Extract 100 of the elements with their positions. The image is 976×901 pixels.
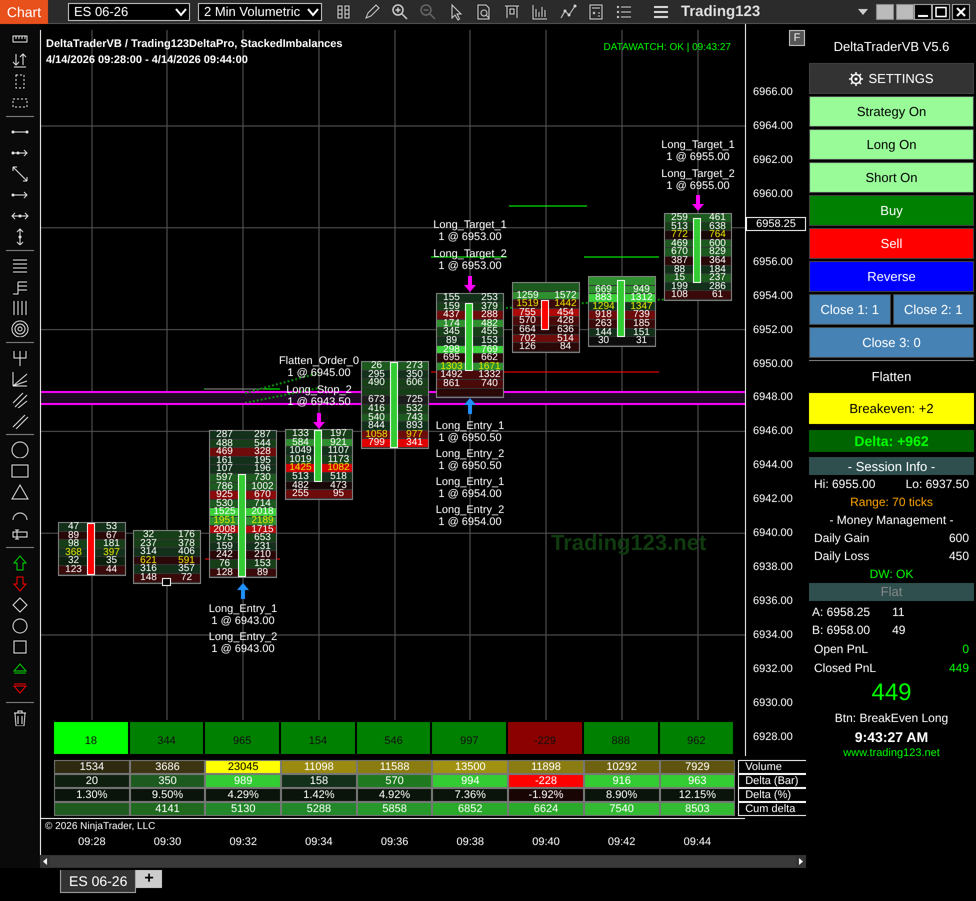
toggle-button[interactable]: Short On xyxy=(809,162,974,193)
instrument-dropdown[interactable]: ES 06-26 xyxy=(68,2,190,20)
ask-volume: 210 xyxy=(253,551,272,560)
action-button[interactable]: Buy xyxy=(809,195,974,226)
pnl-label: Closed PnL xyxy=(814,661,876,675)
line-chart-icon[interactable] xyxy=(559,2,577,20)
diagonal-line-icon[interactable] xyxy=(10,164,30,182)
website-link[interactable]: www.trading123.net xyxy=(809,747,974,759)
stats-cell: 11588 xyxy=(356,760,432,774)
stats-cell: 13500 xyxy=(432,760,508,774)
parallel-lines-icon[interactable] xyxy=(10,390,30,408)
stats-cell: 350 xyxy=(130,774,206,788)
bid-volume: 345 xyxy=(442,328,461,337)
close-icon[interactable] xyxy=(952,4,970,20)
bar-delta-box: 18 xyxy=(54,722,128,754)
circle-icon[interactable] xyxy=(10,616,30,634)
caret-down-icon[interactable] xyxy=(857,6,869,16)
bid-volume: 88 xyxy=(672,266,686,274)
close-button[interactable]: Close 3: 0 xyxy=(809,327,974,358)
bid-volume: 107 xyxy=(215,465,234,474)
close-button[interactable]: Close 2: 1 xyxy=(892,294,974,325)
toggle-button[interactable]: Long On xyxy=(809,129,974,160)
money-value: 600 xyxy=(948,531,969,545)
f-button[interactable]: F xyxy=(789,30,805,46)
ask-volume: 406 xyxy=(177,548,196,557)
histogram-icon[interactable] xyxy=(531,2,549,20)
interval-dropdown[interactable]: 2 Min Volumetric xyxy=(198,2,322,20)
breakeven-button[interactable]: Breakeven: +2 xyxy=(809,393,974,424)
bar-delta-box: 962 xyxy=(660,722,734,754)
ask-volume: 44 xyxy=(104,566,118,575)
minimize-icon[interactable] xyxy=(914,4,932,20)
bid-volume: 89 xyxy=(446,336,458,346)
bid-volume: 108 xyxy=(670,291,689,300)
time-label: 09:42 xyxy=(606,836,636,848)
fan-icon[interactable] xyxy=(10,369,30,387)
bid-volume: 159 xyxy=(442,302,461,312)
down-arrow-icon[interactable] xyxy=(10,574,30,592)
ask-volume: 714 xyxy=(254,500,271,508)
close-button[interactable]: Close 1: 1 xyxy=(809,294,890,325)
concentric-circles-icon[interactable] xyxy=(10,319,30,337)
calculator-icon[interactable] xyxy=(587,2,605,20)
bid-volume: 1951 xyxy=(212,516,237,526)
ask-volume: 518 xyxy=(329,472,348,482)
ask-volume: 473 xyxy=(329,482,348,490)
bid-volume: 1058 xyxy=(364,430,389,440)
bid-volume: 15 xyxy=(674,274,686,283)
bid-volume: 584 xyxy=(292,438,309,448)
ask-volume: 653 xyxy=(254,534,271,543)
stats-cell: 1.42% xyxy=(281,788,357,802)
bid-volume: 861 xyxy=(442,380,461,389)
bid-volume: 1525 xyxy=(212,508,237,517)
stats-cell: 4.29% xyxy=(205,788,282,802)
window-button[interactable] xyxy=(876,4,894,20)
up-arrow-icon[interactable] xyxy=(10,553,30,571)
triangle-icon[interactable] xyxy=(10,482,30,500)
datawatch-status: DATAWATCH: OK | 09:43:27 xyxy=(604,42,731,53)
ask-volume: 196 xyxy=(253,465,272,474)
price-label: 6964.00 xyxy=(753,120,793,132)
pnl-value: 449 xyxy=(948,661,969,675)
bar-delta-box: -229 xyxy=(508,722,582,754)
bid-volume: 387 xyxy=(670,256,689,266)
zoom-out-icon[interactable] xyxy=(419,2,437,20)
bid-volume: 298 xyxy=(442,346,461,354)
up-arrow-icon xyxy=(237,583,249,599)
flatten-button[interactable]: Flatten xyxy=(809,360,974,391)
diamond-icon[interactable] xyxy=(10,595,30,613)
chart-tab[interactable]: + xyxy=(136,870,162,888)
bid-volume: 570 xyxy=(518,317,537,326)
action-button[interactable]: Sell xyxy=(809,228,974,259)
stats-cell: 1.30% xyxy=(54,788,130,802)
settings-label: SETTINGS xyxy=(868,71,934,86)
ask-volume: 1671 xyxy=(477,362,502,372)
ask-volume: 237 xyxy=(708,274,727,283)
bid-volume: 1019 xyxy=(288,456,313,464)
bid-volume: 26 xyxy=(370,362,382,371)
stats-cell: -1.92% xyxy=(508,788,584,802)
chart-tab[interactable]: ES 06-26 xyxy=(60,870,136,893)
ask-volume: 184 xyxy=(708,266,727,274)
stats-cell: 158 xyxy=(281,774,357,788)
toggle-button[interactable]: Strategy On xyxy=(809,96,974,127)
bid-volume: 155 xyxy=(442,294,461,303)
price-label: 6952.00 xyxy=(753,324,793,336)
ask-volume: 1082 xyxy=(326,464,351,473)
ask-volume: 454 xyxy=(556,308,575,318)
chart-tab[interactable]: Chart xyxy=(0,0,48,24)
maximize-icon[interactable] xyxy=(932,4,950,20)
template-icon[interactable] xyxy=(503,2,521,20)
order-detail: 1 @ 6955.00 xyxy=(665,151,731,163)
ask-volume: 1002 xyxy=(250,482,275,492)
pencil-icon[interactable] xyxy=(363,2,381,20)
bid-volume: 786 xyxy=(215,482,234,492)
action-button[interactable]: Reverse xyxy=(809,261,974,292)
time-label: 09:32 xyxy=(228,836,258,848)
zoom-in-icon[interactable] xyxy=(391,2,409,20)
bid-volume: 513 xyxy=(670,222,689,232)
ask-volume: 357 xyxy=(177,565,196,574)
bid-volume: 2008 xyxy=(212,526,237,534)
settings-button[interactable]: SETTINGS xyxy=(809,63,974,94)
window-button[interactable] xyxy=(896,4,914,20)
down-arrow-icon xyxy=(464,276,476,292)
